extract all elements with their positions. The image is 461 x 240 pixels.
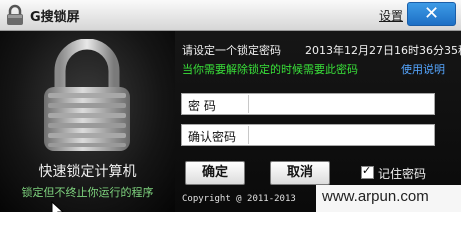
datetime-display: 2013年12月27日16时36分35秒: [305, 44, 461, 57]
password-input[interactable]: [252, 95, 436, 115]
cancel-button[interactable]: 取消: [270, 161, 330, 185]
form-hint: 当你需要解除锁定的时候需要此密码: [182, 63, 358, 76]
confirm-password-field: 确认密码: [181, 124, 436, 146]
remember-password-label: 记住密码: [378, 167, 427, 181]
close-button[interactable]: ✕: [407, 2, 456, 26]
confirm-password-input[interactable]: [252, 126, 436, 146]
close-icon: ✕: [423, 3, 440, 24]
mouse-cursor-icon: [51, 201, 64, 212]
remember-password-checkbox[interactable]: [361, 164, 374, 179]
copyright-text: Copyright @ 2011-2013: [182, 194, 296, 204]
help-link[interactable]: 使用说明: [401, 61, 445, 77]
lock-subcaption: 锁定但不终止你运行的程序: [21, 186, 154, 199]
remember-password-option[interactable]: 记住密码: [361, 164, 427, 182]
lock-panel: 快速锁定计算机 锁定但不终止你运行的程序: [0, 31, 175, 212]
password-label: 密 码: [188, 99, 216, 113]
ok-button[interactable]: 确定: [185, 161, 245, 185]
confirm-password-label: 确认密码: [188, 130, 237, 144]
watermark: www.arpun.com: [316, 185, 461, 212]
title-bar: G搜锁屏 设置 ✕: [0, 0, 461, 31]
field-divider: [248, 95, 249, 113]
lock-app-icon: [7, 4, 23, 25]
form-prompt: 请设定一个锁定密码: [182, 44, 281, 57]
watermark-text: www.arpun.com: [322, 188, 429, 205]
settings-link[interactable]: 设置: [379, 7, 403, 24]
lock-caption: 快速锁定计算机: [38, 164, 137, 180]
app-window: G搜锁屏 设置 ✕ 快速锁定计算机 锁定但不终止你运行的程序 请设定一个锁定密码…: [0, 0, 461, 212]
window-title: G搜锁屏: [30, 10, 80, 25]
field-divider: [248, 126, 249, 144]
padlock-icon: [44, 39, 130, 151]
password-field: 密 码: [181, 93, 436, 115]
